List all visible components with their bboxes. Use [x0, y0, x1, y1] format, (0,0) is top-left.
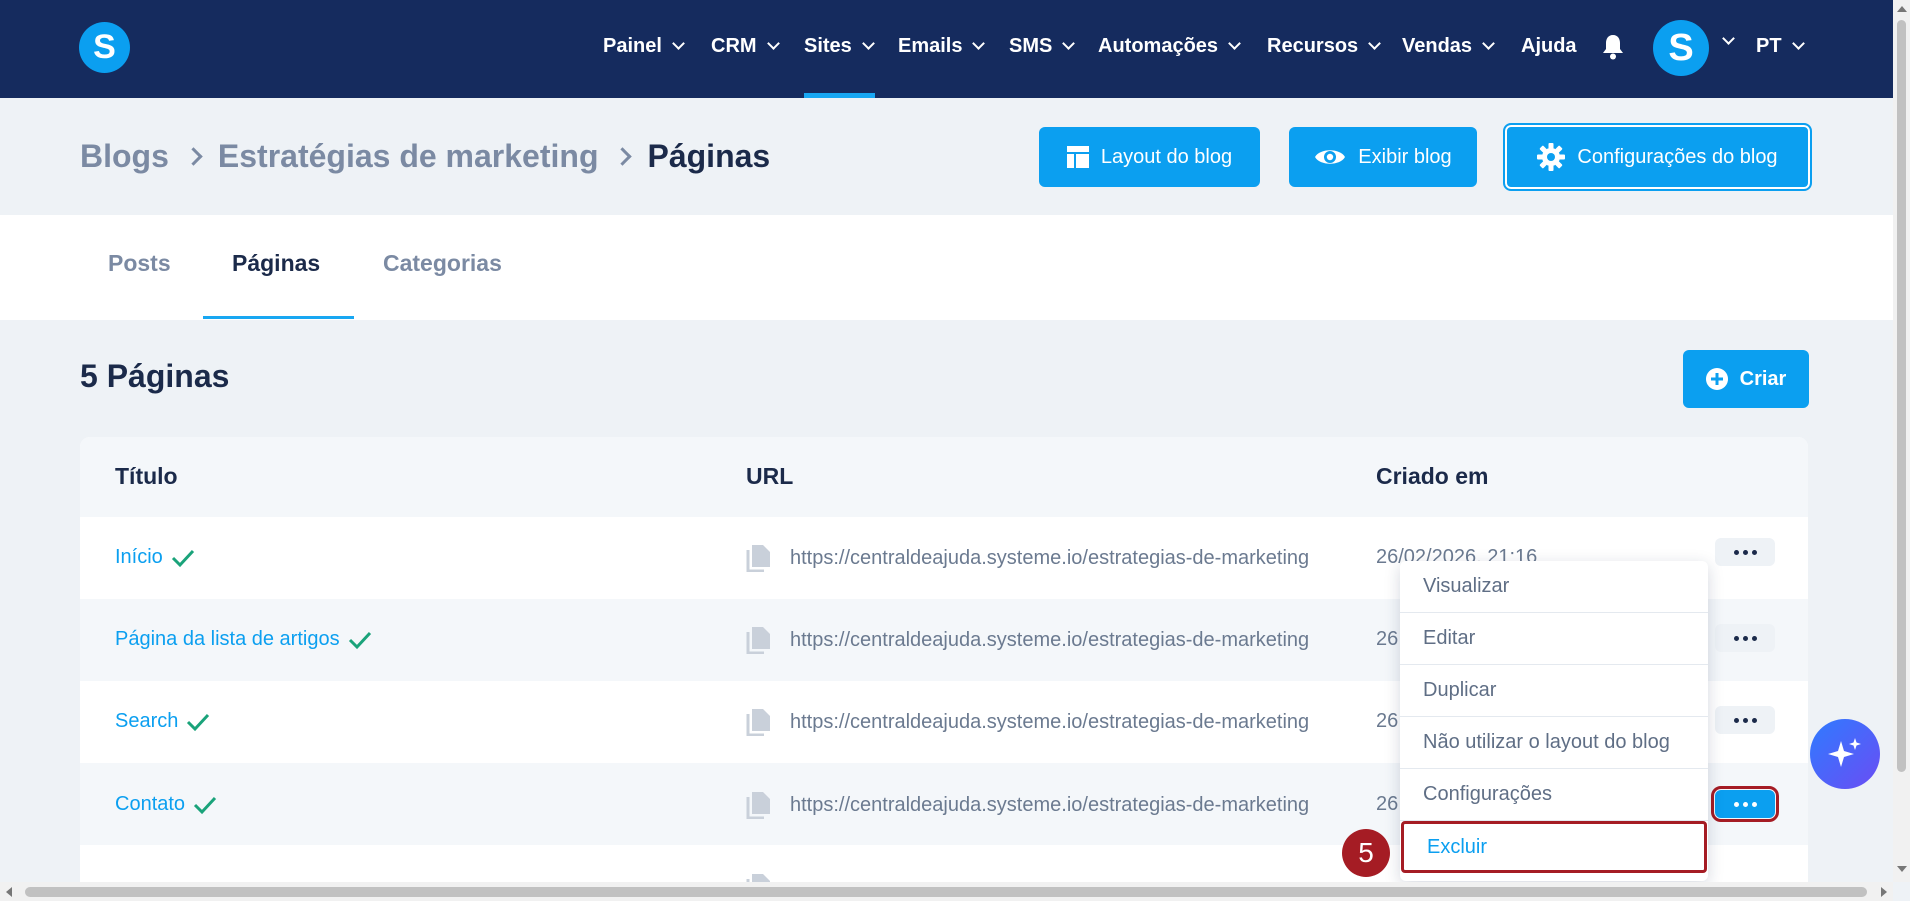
row-actions-menu: Visualizar Editar Duplicar Não utilizar …	[1400, 561, 1708, 881]
check-icon	[171, 549, 194, 567]
menu-item-delete[interactable]: Excluir	[1401, 821, 1707, 873]
plus-circle-icon	[1705, 368, 1728, 390]
horizontal-scroll-thumb[interactable]	[25, 887, 1867, 897]
column-url: URL	[746, 463, 794, 489]
pages-count-title: 5 Páginas	[80, 358, 230, 394]
tab-pages[interactable]: Páginas	[232, 250, 320, 277]
chevron-down-icon	[766, 37, 780, 50]
nav-item-painel[interactable]: Painel	[603, 35, 685, 58]
blog-settings-label: Configurações do blog	[1577, 145, 1778, 168]
systeme-logo[interactable]: S	[79, 22, 130, 73]
breadcrumb-blog-name[interactable]: Estratégias de marketing	[218, 138, 599, 175]
scroll-down-arrow-icon[interactable]	[1897, 866, 1907, 872]
step-badge: 5	[1342, 829, 1390, 877]
menu-item-unset-layout[interactable]: Não utilizar o layout do blog	[1400, 717, 1708, 769]
nav-item-ajuda[interactable]: Ajuda	[1521, 35, 1577, 58]
tab-posts[interactable]: Posts	[108, 250, 171, 277]
create-button[interactable]: Criar	[1683, 350, 1809, 408]
table-header: Título URL Criado em	[80, 437, 1808, 517]
create-label: Criar	[1739, 367, 1787, 390]
nav-item-crm[interactable]: CRM	[711, 35, 780, 58]
nav-item-emails[interactable]: Emails	[898, 35, 986, 58]
copy-icon[interactable]	[746, 544, 772, 572]
nav-item-automacoes[interactable]: Automações	[1098, 35, 1241, 58]
chevron-down-icon	[861, 37, 875, 50]
page-url: https://centraldeajuda.systeme.io/estrat…	[746, 791, 1326, 819]
active-tab-indicator	[203, 316, 354, 319]
view-blog-button[interactable]: Exibir blog	[1289, 127, 1477, 187]
vertical-scroll-thumb[interactable]	[1897, 20, 1906, 772]
tab-categories[interactable]: Categorias	[383, 250, 502, 277]
nav-item-sms[interactable]: SMS	[1009, 35, 1076, 58]
more-icon	[1733, 635, 1739, 641]
chevron-down-icon	[972, 37, 986, 50]
chevron-down-icon	[1228, 37, 1241, 50]
chevron-right-icon	[613, 147, 633, 166]
vertical-scrollbar[interactable]	[1893, 0, 1910, 882]
page-title-link[interactable]: Início	[115, 546, 195, 569]
more-icon	[1733, 717, 1739, 723]
view-blog-label: Exibir blog	[1358, 145, 1452, 168]
ai-assistant-button[interactable]	[1810, 719, 1880, 789]
top-navbar: S Painel CRM Sites Emails SMS Automações…	[0, 0, 1893, 98]
gear-icon	[1537, 143, 1566, 171]
chevron-down-icon	[1368, 37, 1382, 50]
menu-item-view[interactable]: Visualizar	[1400, 561, 1708, 613]
chevron-down-icon[interactable]	[1722, 32, 1735, 45]
scroll-right-arrow-icon[interactable]	[1881, 887, 1887, 897]
copy-icon[interactable]	[746, 708, 772, 736]
row-actions-button[interactable]	[1715, 538, 1775, 566]
chevron-down-icon	[1791, 37, 1805, 50]
row-actions-button[interactable]	[1715, 624, 1775, 652]
chevron-down-icon	[1062, 37, 1076, 50]
sparkle-icon	[1828, 738, 1861, 767]
language-selector[interactable]: PT	[1756, 35, 1805, 58]
nav-item-vendas[interactable]: Vendas	[1402, 35, 1495, 58]
check-icon	[187, 713, 210, 731]
nav-item-sites[interactable]: Sites	[804, 35, 875, 58]
page-title-link[interactable]: Search	[115, 710, 210, 733]
blog-layout-button[interactable]: Layout do blog	[1039, 127, 1260, 187]
layout-icon	[1066, 146, 1089, 168]
copy-icon[interactable]	[746, 791, 772, 819]
chevron-right-icon	[184, 147, 203, 166]
row-actions-button[interactable]	[1715, 706, 1775, 734]
blog-layout-label: Layout do blog	[1100, 145, 1233, 168]
check-icon	[194, 796, 217, 814]
row-actions-button-active[interactable]	[1711, 786, 1779, 822]
more-icon	[1733, 801, 1739, 807]
copy-icon[interactable]	[746, 626, 772, 654]
breadcrumb-blogs[interactable]: Blogs	[80, 138, 169, 175]
page-url: https://centraldeajuda.systeme.io/estrat…	[746, 626, 1326, 654]
more-icon	[1733, 549, 1739, 555]
menu-item-duplicate[interactable]: Duplicar	[1400, 665, 1708, 717]
breadcrumb: Blogs Estratégias de marketing Páginas	[80, 138, 770, 175]
menu-item-edit[interactable]: Editar	[1400, 613, 1708, 665]
check-icon	[348, 631, 371, 649]
eye-icon	[1315, 150, 1346, 164]
blog-settings-button[interactable]: Configurações do blog	[1503, 123, 1812, 191]
scroll-up-arrow-icon[interactable]	[1897, 6, 1907, 12]
chevron-down-icon	[1482, 37, 1495, 50]
chevron-down-icon	[672, 37, 685, 50]
page-url: https://centraldeajuda.systeme.io/estrat…	[746, 708, 1326, 736]
column-created: Criado em	[1376, 463, 1489, 489]
bell-icon[interactable]	[1601, 34, 1625, 60]
page-title-link[interactable]: Página da lista de artigos	[115, 628, 372, 651]
scroll-left-arrow-icon[interactable]	[6, 887, 12, 897]
user-avatar[interactable]: S	[1653, 20, 1709, 76]
menu-item-settings[interactable]: Configurações	[1400, 769, 1708, 821]
breadcrumb-current: Páginas	[647, 138, 771, 174]
horizontal-scrollbar[interactable]	[0, 882, 1893, 901]
page-title-link[interactable]: Contato	[115, 793, 217, 816]
column-title: Título	[115, 463, 178, 489]
page-url: https://centraldeajuda.systeme.io/estrat…	[746, 544, 1326, 572]
nav-item-recursos[interactable]: Recursos	[1267, 35, 1382, 58]
